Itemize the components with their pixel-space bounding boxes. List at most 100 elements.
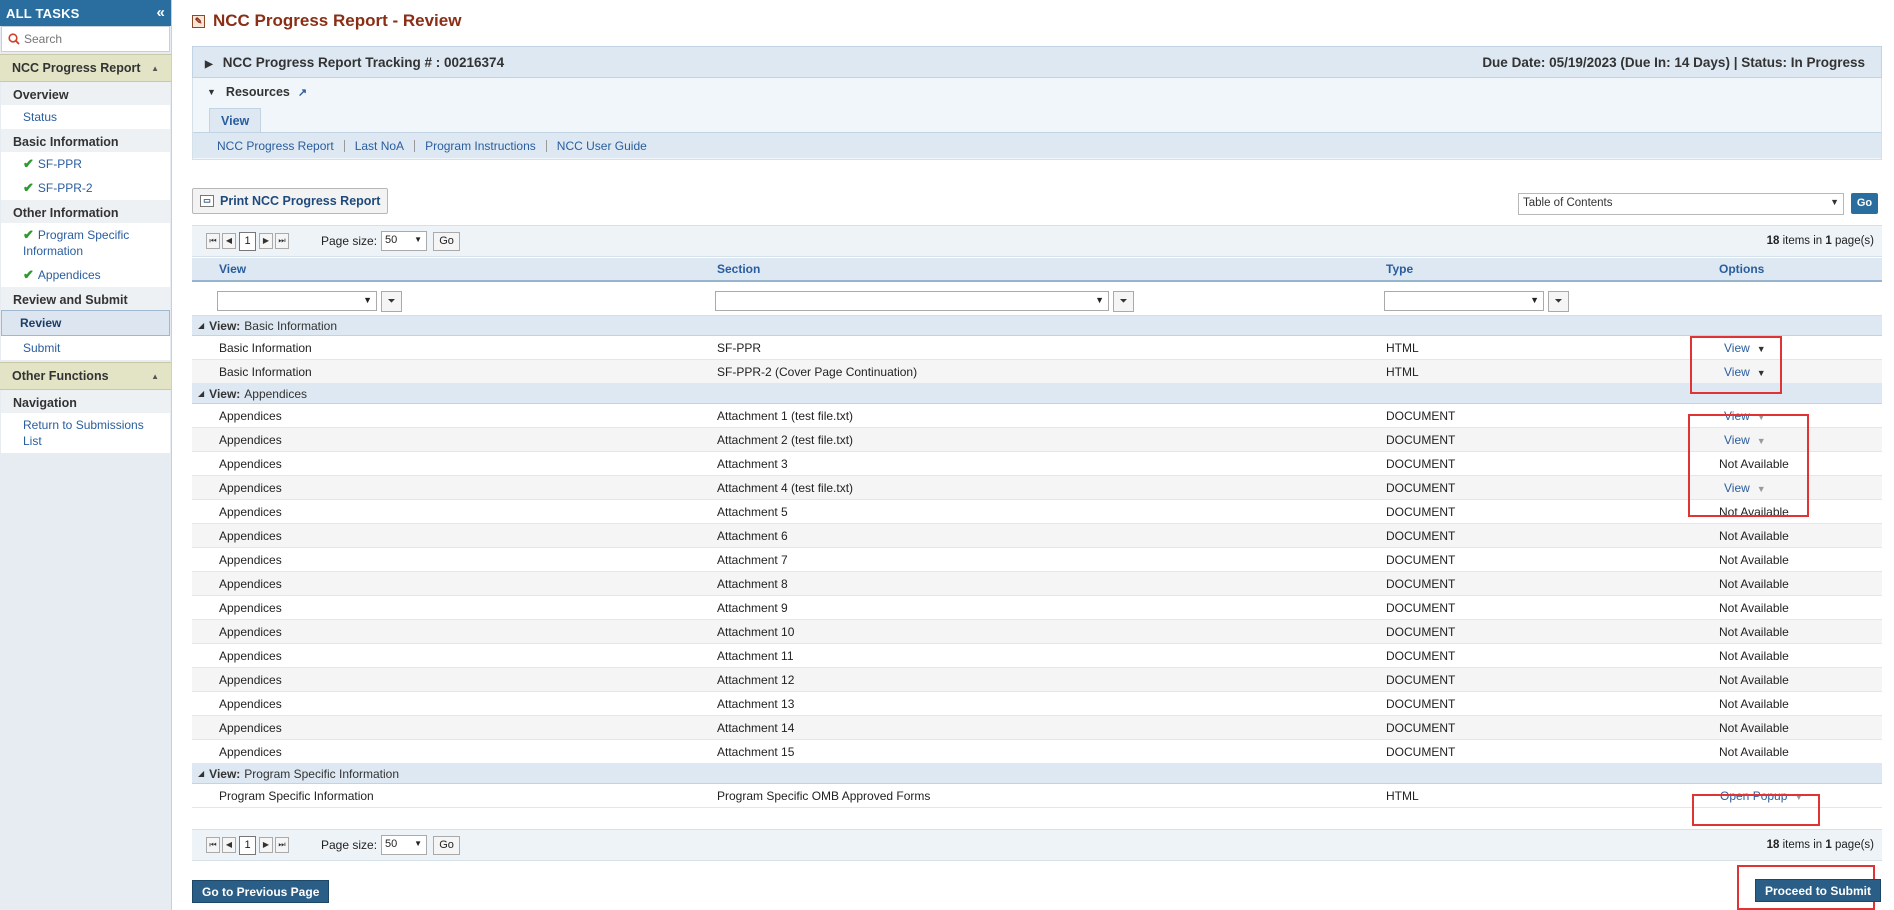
sidebar-header: ALL TASKS «	[0, 0, 171, 26]
group-row-basic-information[interactable]: ◢ View: Basic Information	[192, 316, 1882, 336]
table-row: Appendices Attachment 11 DOCUMENT Not Avail…	[192, 644, 1882, 668]
table-row: Appendices Attachment 1 (test file.txt) DO…	[192, 404, 1882, 428]
resource-link-ncc-user-guide[interactable]: NCC User Guide	[547, 140, 657, 152]
filter-section-select[interactable]: ▼	[715, 291, 1109, 311]
filter-icon[interactable]: ⏷	[381, 291, 402, 312]
sidebar-group-ncc-progress-report[interactable]: NCC Progress Report ▲	[0, 54, 171, 82]
table-row: Appendices Attachment 7 DOCUMENT Not Availa…	[192, 548, 1882, 572]
sidebar-title: ALL TASKS	[6, 5, 80, 21]
last-page-icon[interactable]: ⏭	[275, 837, 289, 853]
collapse-triangle-icon[interactable]: ▼	[207, 87, 216, 97]
page-title: ✎ NCC Progress Report - Review	[192, 11, 461, 31]
prev-page-icon[interactable]: ◀	[222, 233, 236, 249]
page-size-go-button[interactable]: Go	[433, 231, 461, 251]
expand-triangle-icon[interactable]: ▶	[205, 59, 213, 70]
sidebar-item-status[interactable]: Status	[1, 105, 170, 129]
group-name: Basic Information	[244, 318, 337, 333]
group-row-appendices[interactable]: ◢ View: Appendices	[192, 384, 1882, 404]
page-number-button[interactable]: 1	[239, 835, 256, 855]
first-page-icon[interactable]: ⏮	[206, 837, 220, 853]
prev-page-icon[interactable]: ◀	[222, 837, 236, 853]
page-title-text: NCC Progress Report - Review	[213, 11, 462, 30]
external-link-icon[interactable]: ↗	[298, 86, 307, 99]
option-not-available: Not Available	[1719, 624, 1789, 639]
resources-title: Resources	[225, 85, 290, 99]
first-page-icon[interactable]: ⏮	[206, 233, 220, 249]
filter-type-select[interactable]: ▼	[1384, 291, 1544, 311]
sidebar-item-submit[interactable]: Submit	[1, 336, 170, 360]
sidebar-item-label: Program Specific Information	[23, 228, 130, 258]
status-text: | Status: In Progress	[1729, 54, 1865, 70]
cell-type: DOCUMENT	[1386, 744, 1456, 759]
tracking-bar[interactable]: ▶ NCC Progress Report Tracking # : 002163…	[192, 46, 1882, 78]
cell-view: Basic Information	[219, 340, 312, 355]
items-suffix: page(s)	[1831, 235, 1874, 247]
resource-link-program-instructions[interactable]: Program Instructions	[415, 139, 547, 152]
collapse-triangle-icon[interactable]: ◢	[198, 389, 204, 398]
page-size-select[interactable]: 50 ▼	[381, 835, 428, 855]
resource-link-ncc-progress-report[interactable]: NCC Progress Report	[217, 139, 345, 152]
collapse-triangle-icon[interactable]: ◢	[198, 769, 204, 778]
collapse-up-icon[interactable]: ▲	[151, 64, 159, 73]
option-not-available: Not Available	[1719, 744, 1789, 759]
last-page-icon[interactable]: ⏭	[275, 233, 289, 249]
cell-section: Attachment 5	[717, 504, 788, 519]
pager-top: ⏮ ◀ 1 ▶ ⏭ Page size: 50 ▼ Go 18 items in 1 page(s…	[192, 225, 1882, 257]
resources-header[interactable]: ▼ Resources ↗	[207, 85, 307, 99]
sidebar-item-sf-ppr-2[interactable]: ✔ SF-PPR-2	[1, 176, 170, 200]
table-row: Program Specific Information Program Spec…	[192, 784, 1882, 808]
table-row: Appendices Attachment 5 DOCUMENT Not Availa…	[192, 500, 1882, 524]
table-row: Appendices Attachment 8 DOCUMENT Not Availa…	[192, 572, 1882, 596]
tab-view[interactable]: View	[209, 108, 261, 132]
table-row: Basic Information SF-PPR HTML View ▼	[192, 336, 1882, 360]
sidebar-group-title: Other Functions	[12, 369, 109, 383]
sidebar-group-other-functions[interactable]: Other Functions ▲	[0, 362, 171, 390]
column-header-type[interactable]: Type	[1386, 262, 1413, 276]
filter-icon[interactable]: ⏷	[1113, 291, 1134, 312]
previous-page-button[interactable]: Go to Previous Page	[192, 880, 330, 903]
toc-value: Table of Contents	[1523, 197, 1613, 209]
filter-icon[interactable]: ⏷	[1548, 291, 1569, 312]
table-row: Appendices Attachment 4 (test file.txt) DO…	[192, 476, 1882, 500]
pager-bottom: ⏮ ◀ 1 ▶ ⏭ Page size: 50 ▼ Go 18 items in 1 page(s…	[192, 829, 1882, 861]
items-count: 18	[1766, 235, 1780, 247]
sidebar-item-program-specific-information[interactable]: ✔ Program Specific Information	[1, 223, 170, 263]
page-size-select[interactable]: 50 ▼	[381, 231, 428, 251]
dropdown-arrow-icon: ▼	[1530, 295, 1539, 305]
cell-section: Program Specific OMB Approved Forms	[717, 788, 931, 803]
proceed-to-submit-button[interactable]: Proceed to Submit	[1755, 879, 1882, 902]
collapse-up-icon[interactable]: ▲	[151, 372, 159, 381]
tracking-label: NCC Progress Report Tracking # : 0021637…	[222, 54, 505, 70]
cell-view: Appendices	[219, 576, 282, 591]
next-page-icon[interactable]: ▶	[259, 233, 273, 249]
page-number-button[interactable]: 1	[239, 231, 256, 251]
sidebar-item-label: Status	[23, 110, 58, 124]
page-size-go-button[interactable]: Go	[433, 835, 461, 855]
next-page-icon[interactable]: ▶	[259, 837, 273, 853]
items-info: 18 items in 1 page(s)	[1767, 839, 1874, 851]
toc-go-button[interactable]: Go	[1851, 193, 1878, 214]
filter-view-select[interactable]: ▼	[217, 291, 377, 311]
double-chevron-left-icon[interactable]: «	[156, 5, 165, 20]
collapse-triangle-icon[interactable]: ◢	[198, 321, 204, 330]
cell-type: HTML	[1386, 788, 1419, 803]
checkmark-icon: ✔	[23, 156, 34, 171]
print-report-button[interactable]: ▭ Print NCC Progress Report	[192, 188, 389, 214]
sidebar-group-body: Navigation Return to Submissions List	[1, 390, 170, 453]
table-row: Appendices Attachment 6 DOCUMENT Not Availa…	[192, 524, 1882, 548]
cell-type: DOCUMENT	[1386, 504, 1456, 519]
cell-section: Attachment 9	[717, 600, 788, 615]
resource-link-last-noa[interactable]: Last NoA	[345, 139, 416, 152]
sidebar-item-appendices[interactable]: ✔ Appendices	[1, 263, 170, 287]
column-header-section[interactable]: Section	[717, 262, 760, 276]
sidebar-item-review[interactable]: Review	[1, 310, 170, 336]
search-input[interactable]	[24, 32, 164, 46]
sidebar-item-sf-ppr[interactable]: ✔ SF-PPR	[1, 152, 170, 176]
cell-view: Program Specific Information	[219, 788, 374, 803]
column-header-view[interactable]: View	[219, 262, 246, 276]
cell-type: HTML	[1386, 364, 1419, 379]
group-row-program-specific-information[interactable]: ◢ View: Program Specific Information	[192, 764, 1882, 784]
items-info: 18 items in 1 page(s)	[1767, 235, 1874, 247]
sidebar-item-return-to-submissions-list[interactable]: Return to Submissions List	[1, 413, 170, 453]
toc-select[interactable]: Table of Contents ▼	[1518, 193, 1844, 215]
